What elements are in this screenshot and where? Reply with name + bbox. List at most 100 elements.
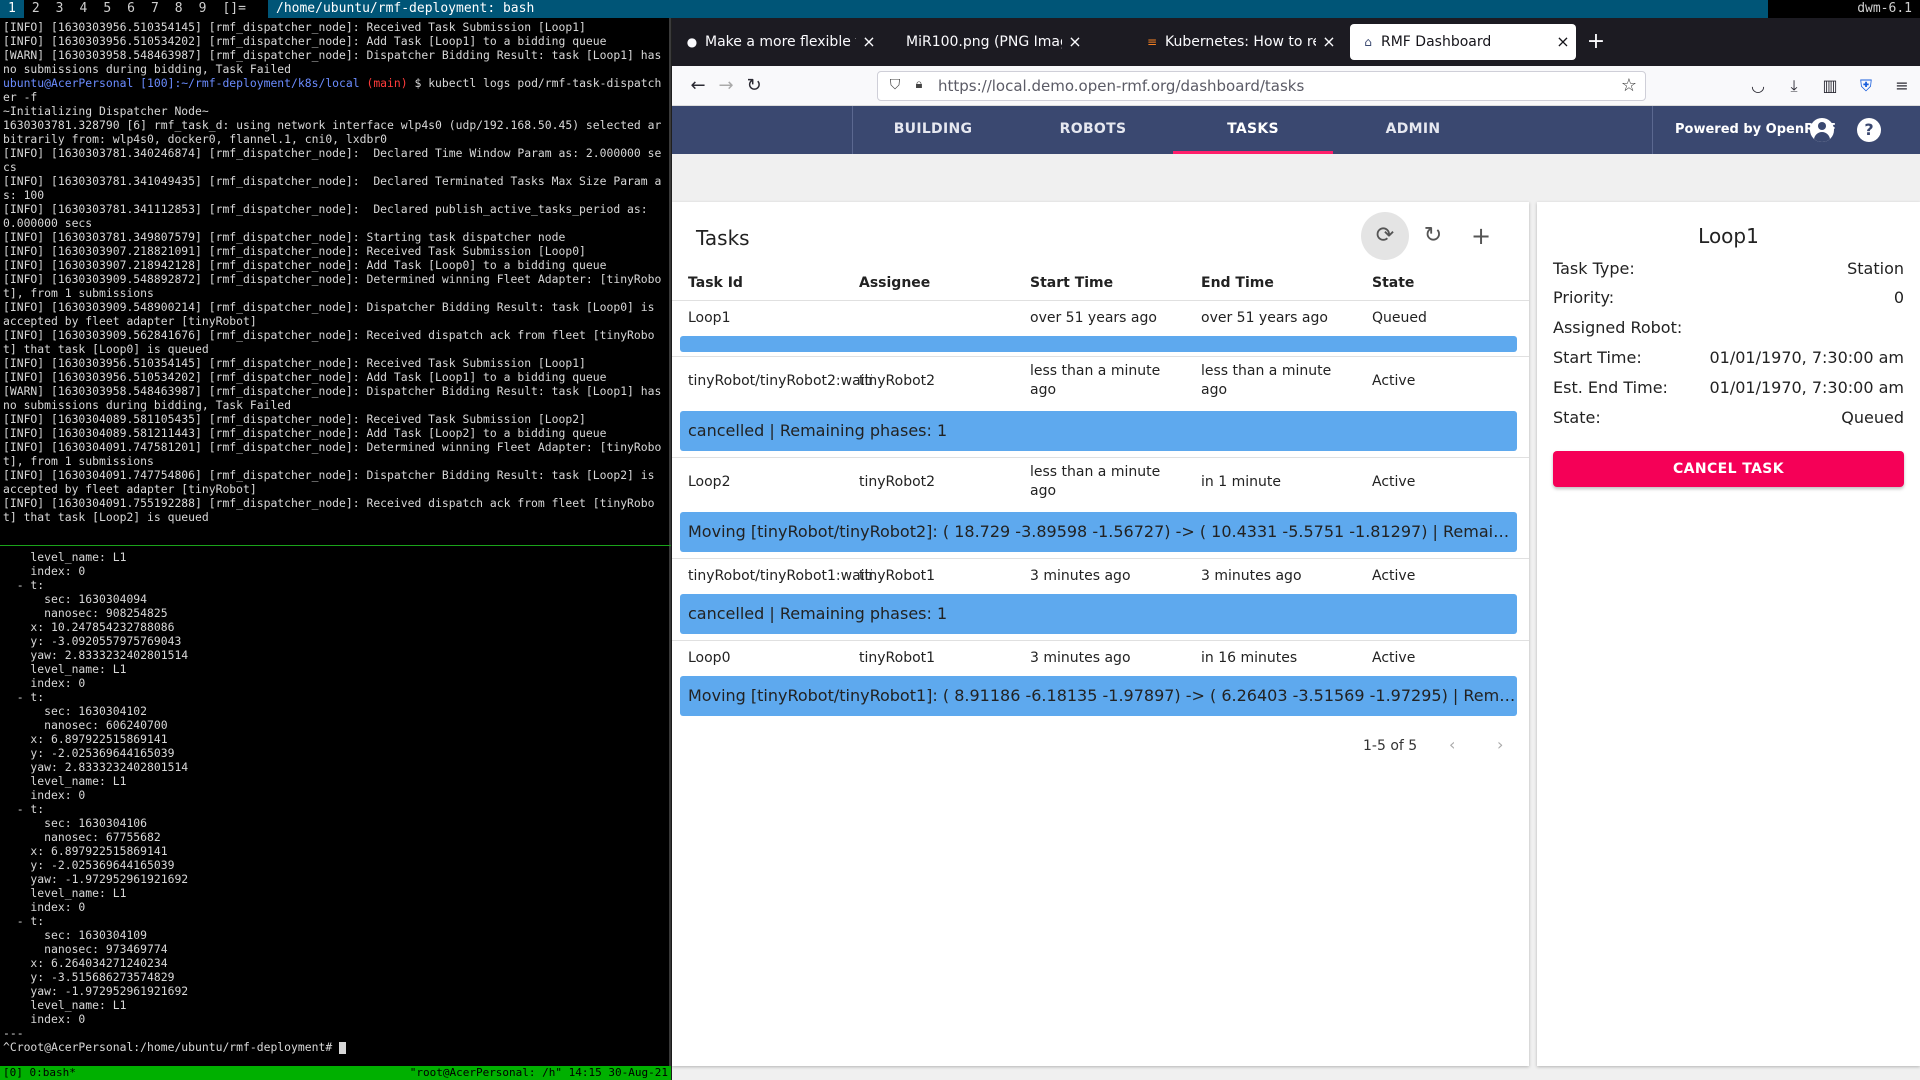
tab-admin[interactable]: ADMIN xyxy=(1333,106,1493,154)
browser-tab[interactable]: MiR100.png (PNG Image, 14 × xyxy=(892,24,1088,60)
workspace-tag-6[interactable]: 6 xyxy=(119,0,143,18)
log-line: [WARN] [1630303958.548463987] [rmf_dispa… xyxy=(3,48,669,76)
shell-prompt-line[interactable]: ^Croot@AcerPersonal:/home/ubuntu/rmf-dep… xyxy=(3,1040,668,1054)
chevron-left-icon[interactable]: ‹ xyxy=(1449,735,1455,754)
page-count: 1-5 of 5 xyxy=(1363,738,1418,754)
task-id: tinyRobot/tinyRobot2:waiting xyxy=(688,373,872,389)
workspace-tag-3[interactable]: 3 xyxy=(48,0,72,18)
column-header-start-time: Start Time xyxy=(1030,275,1114,291)
log-line: [INFO] [1630304091.747754806] [rmf_dispa… xyxy=(3,468,662,496)
window-manager-bar: 1 2 3 4 5 6 7 8 9 []= /home/ubuntu/rmf-d… xyxy=(0,0,1920,18)
terminal-bottom-pane[interactable]: level_name: L1 index: 0 - t: sec: 163030… xyxy=(0,548,671,1076)
detail-row-priority: Priority: 0 xyxy=(1553,288,1904,312)
refresh-button[interactable]: ↻ xyxy=(1409,212,1457,260)
bookmark-star-icon[interactable]: ☆ xyxy=(1621,75,1637,96)
tab-building[interactable]: BUILDING xyxy=(853,106,1013,154)
menu-icon[interactable]: ≡ xyxy=(1890,74,1914,98)
workspace-tag-4[interactable]: 4 xyxy=(71,0,95,18)
column-header-state: State xyxy=(1372,275,1415,291)
browser-navbar: ← → ↻ ⛉ 🔒︎ https://local.demo.open-rmf.o… xyxy=(672,66,1920,106)
url-bar[interactable]: ⛉ 🔒︎ https://local.demo.open-rmf.org/das… xyxy=(877,71,1646,101)
yaml-line: x: 6.264034271240234 xyxy=(3,956,168,970)
workspace-tag-7[interactable]: 7 xyxy=(143,0,167,18)
wm-status-text: dwm-6.1 xyxy=(1849,0,1920,18)
tmux-window-list[interactable]: [0] 0:bash* xyxy=(3,1066,76,1080)
reader-view-icon[interactable]: ▥ xyxy=(1818,74,1842,98)
tmux-status-right: "root@AcerPersonal: /h" 14:15 30-Aug-21 xyxy=(409,1066,668,1079)
help-icon[interactable]: ? xyxy=(1857,118,1881,142)
log-line: [INFO] [1630303909.548900214] [rmf_dispa… xyxy=(3,300,662,328)
lock-icon[interactable]: 🔒︎ xyxy=(910,77,928,92)
task-assignee: tinyRobot2 xyxy=(859,373,936,389)
detail-value: 01/01/1970, 7:30:00 am xyxy=(1709,348,1904,367)
task-state: Queued xyxy=(1372,310,1427,326)
tasks-panel: Tasks ⟳ ↻ + Task Id Assignee Start Time … xyxy=(672,202,1529,1066)
yaml-line: level_name: L1 xyxy=(3,774,127,788)
task-end-time: in 16 minutes xyxy=(1201,650,1298,666)
autorefresh-button[interactable]: ⟳ xyxy=(1361,212,1409,260)
forward-icon[interactable]: → xyxy=(714,74,738,98)
table-row[interactable]: Loop1 over 51 years ago over 51 years ag… xyxy=(672,302,1529,357)
chevron-right-icon[interactable]: › xyxy=(1497,735,1503,754)
task-status-bar: Moving [tinyRobot/tinyRobot1]: ( 8.91186… xyxy=(680,676,1517,716)
table-row[interactable]: tinyRobot/tinyRobot1:waiting tinyRobot1 … xyxy=(672,560,1529,641)
close-tab-icon[interactable]: × xyxy=(1322,24,1336,60)
new-tab-button[interactable]: + xyxy=(1583,29,1609,55)
terminal-window[interactable]: [INFO] [1630303956.510354145] [rmf_dispa… xyxy=(0,18,671,1080)
workspace-tag-5[interactable]: 5 xyxy=(95,0,119,18)
add-task-button[interactable]: + xyxy=(1457,212,1505,260)
close-tab-icon[interactable]: × xyxy=(862,24,876,60)
shield-icon[interactable]: ⛉ xyxy=(886,77,904,93)
yaml-line: nanosec: 973469774 xyxy=(3,942,168,956)
table-row[interactable]: tinyRobot/tinyRobot2:waiting tinyRobot2 … xyxy=(672,358,1529,458)
tab-tasks[interactable]: TASKS xyxy=(1173,106,1333,154)
column-header-task-id: Task Id xyxy=(688,275,743,291)
terminal-top-pane[interactable]: [INFO] [1630303956.510354145] [rmf_dispa… xyxy=(0,18,671,545)
close-tab-icon[interactable]: × xyxy=(1068,24,1082,60)
workspace-tag-8[interactable]: 8 xyxy=(167,0,191,18)
url-text[interactable]: https://local.demo.open-rmf.org/dashboar… xyxy=(938,72,1304,100)
yaml-line: - t: xyxy=(3,914,45,928)
pocket-icon[interactable]: ◡ xyxy=(1746,74,1770,98)
task-state: Active xyxy=(1372,373,1416,389)
table-row[interactable]: Loop2 tinyRobot2 less than a minute ago … xyxy=(672,459,1529,559)
log-line: [INFO] [1630303781.349807579] [rmf_dispa… xyxy=(3,230,566,244)
browser-tab-active[interactable]: ⌂ RMF Dashboard × xyxy=(1350,24,1576,60)
task-end-time: over 51 years ago xyxy=(1201,310,1328,326)
yaml-line: yaw: 2.8333232402801514 xyxy=(3,648,189,662)
detail-label: Est. End Time: xyxy=(1553,378,1668,397)
back-icon[interactable]: ← xyxy=(686,74,710,98)
task-end-time: in 1 minute xyxy=(1201,474,1281,490)
prompt-user: ubuntu@AcerPersonal [100]:~/rmf-deployme… xyxy=(3,76,360,90)
task-detail-title: Loop1 xyxy=(1698,224,1759,248)
close-tab-icon[interactable]: × xyxy=(1556,24,1570,60)
yaml-line: level_name: L1 xyxy=(3,662,127,676)
task-status-bar: cancelled | Remaining phases: 1 xyxy=(680,594,1517,634)
reload-icon[interactable]: ↻ xyxy=(742,74,766,98)
workspace-tag-2[interactable]: 2 xyxy=(24,0,48,18)
layout-indicator[interactable]: []= xyxy=(214,0,253,18)
workspace-tag-9[interactable]: 9 xyxy=(191,0,215,18)
workspace-tag-1[interactable]: 1 xyxy=(0,0,24,18)
detail-label: Start Time: xyxy=(1553,348,1642,367)
log-line: [INFO] [1630303956.510534202] [rmf_dispa… xyxy=(3,370,607,384)
yaml-line: y: -2.025369644165039 xyxy=(3,746,175,760)
account-icon[interactable] xyxy=(1810,118,1834,142)
yaml-line: nanosec: 908254825 xyxy=(3,606,168,620)
task-assignee: tinyRobot1 xyxy=(859,650,936,666)
cancel-task-button[interactable]: CANCEL TASK xyxy=(1553,451,1904,487)
log-line: [INFO] [1630303781.341112853] [rmf_dispa… xyxy=(3,202,655,230)
tab-robots[interactable]: ROBOTS xyxy=(1013,106,1173,154)
table-row[interactable]: Loop0 tinyRobot1 3 minutes ago in 16 min… xyxy=(672,642,1529,723)
log-line: [INFO] [1630303909.548892872] [rmf_dispa… xyxy=(3,272,662,300)
task-id: Loop1 xyxy=(688,310,731,326)
bitwarden-icon[interactable]: ⛨ xyxy=(1854,74,1878,98)
yaml-line: yaw: -1.972952961921692 xyxy=(3,984,189,998)
log-line: [INFO] [1630303956.510534202] [rmf_dispa… xyxy=(3,34,607,48)
log-line: [INFO] [1630304091.755192288] [rmf_dispa… xyxy=(3,496,655,524)
pane-divider[interactable] xyxy=(0,545,671,546)
downloads-icon[interactable]: ⤓ xyxy=(1782,74,1806,98)
task-id: tinyRobot/tinyRobot1:waiting xyxy=(688,568,872,584)
browser-tab[interactable]: ≡ Kubernetes: How to refer × xyxy=(1134,24,1342,60)
browser-tab[interactable]: ● Make a more flexible task × xyxy=(674,24,882,60)
